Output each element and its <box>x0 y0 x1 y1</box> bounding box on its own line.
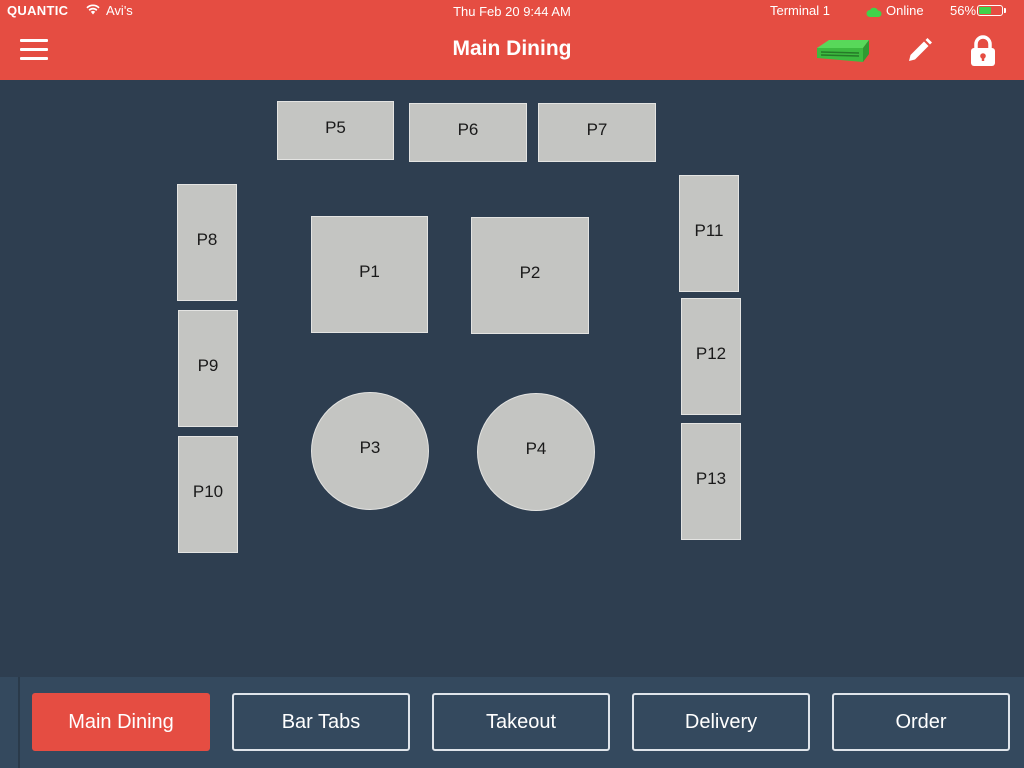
tab-label: Order <box>895 710 947 733</box>
table-p12[interactable]: P12 <box>681 298 741 415</box>
table-p10[interactable]: P10 <box>178 436 238 553</box>
table-label: P1 <box>359 261 380 281</box>
edit-button[interactable] <box>905 37 933 65</box>
terminal-label: Terminal 1 <box>770 3 830 18</box>
table-p8[interactable]: P8 <box>177 184 237 301</box>
table-p11[interactable]: P11 <box>679 175 739 292</box>
printer-button[interactable] <box>813 36 875 66</box>
connection-status: Online <box>886 3 924 18</box>
printer-icon <box>817 40 869 62</box>
tab-label: Takeout <box>485 710 557 733</box>
tab-label: Main Dining <box>68 710 174 733</box>
pencil-icon <box>909 38 932 61</box>
tab-bar-tabs[interactable]: Bar Tabs <box>232 693 410 751</box>
table-label: P10 <box>192 481 224 501</box>
tab-label: Bar Tabs <box>281 710 361 733</box>
bottom-tab-bar: Main Dining Bar Tabs Takeout Delivery Or… <box>0 677 1024 768</box>
battery-icon <box>977 5 1003 16</box>
floor-plan: P5 P6 P7 P8 P1 P2 P11 P9 P12 P3 P4 P10 P… <box>0 80 1024 677</box>
battery-terminal <box>1004 8 1006 13</box>
lock-icon <box>971 35 995 66</box>
table-p7[interactable]: P7 <box>538 103 656 162</box>
table-p13[interactable]: P13 <box>681 423 741 540</box>
tab-takeout[interactable]: Takeout <box>432 693 610 751</box>
table-label: P7 <box>586 119 608 139</box>
table-label: P6 <box>457 119 479 139</box>
table-label: P4 <box>525 439 547 458</box>
table-label: P5 <box>325 117 346 137</box>
table-label: P3 <box>359 438 381 457</box>
table-p9[interactable]: P9 <box>178 310 238 427</box>
table-label: P11 <box>694 220 724 240</box>
table-p3[interactable]: P3 <box>311 392 429 510</box>
table-p6[interactable]: P6 <box>409 103 527 162</box>
tab-order[interactable]: Order <box>832 693 1010 751</box>
tab-label: Delivery <box>684 710 758 733</box>
table-p1[interactable]: P1 <box>311 216 428 333</box>
table-p5[interactable]: P5 <box>277 101 394 160</box>
table-label: P8 <box>196 229 218 249</box>
table-label: P12 <box>695 343 727 363</box>
table-label: P13 <box>695 468 727 488</box>
table-label: P2 <box>519 262 541 282</box>
divider <box>18 677 20 768</box>
cloud-icon <box>866 5 882 20</box>
tab-main-dining[interactable]: Main Dining <box>32 693 210 751</box>
battery-percentage: 56% <box>950 3 977 18</box>
top-bar: QUANTIC Avi's Thu Feb 20 9:44 AM Termina… <box>0 0 1024 80</box>
lock-button[interactable] <box>969 35 997 67</box>
table-p4[interactable]: P4 <box>477 393 595 511</box>
battery-level <box>979 7 991 14</box>
table-label: P9 <box>197 355 219 375</box>
table-p2[interactable]: P2 <box>471 217 589 334</box>
tab-delivery[interactable]: Delivery <box>632 693 810 751</box>
